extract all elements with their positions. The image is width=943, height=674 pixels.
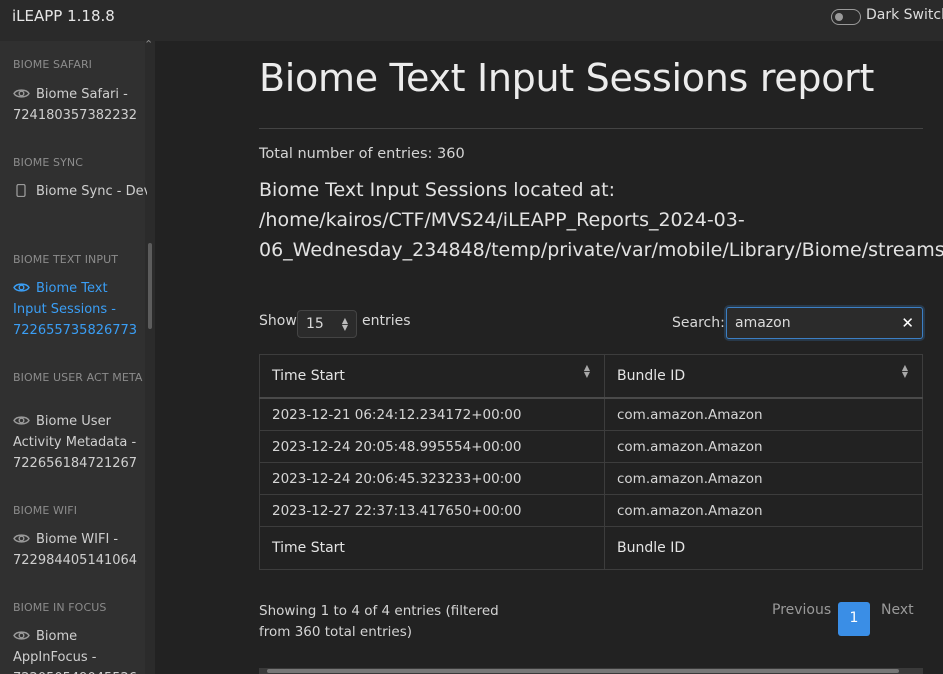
- column-header-time-start[interactable]: Time Start ▲ ▼: [259, 354, 605, 399]
- search-box[interactable]: ✕: [726, 307, 923, 339]
- select-arrows-icon: ▲ ▼: [341, 316, 348, 332]
- clear-search-icon[interactable]: ✕: [901, 314, 914, 332]
- scroll-up-icon[interactable]: ⌃: [144, 38, 153, 51]
- sidebar-item-label: Biome User Activity Metadata - 722656184…: [13, 414, 141, 471]
- table-info: Showing 1 to 4 of 4 entries (filtered fr…: [259, 603, 499, 640]
- next-page-button[interactable]: Next: [881, 602, 914, 618]
- previous-page-button[interactable]: Previous: [772, 602, 831, 618]
- section-header-biome-safari: BIOME SAFARI: [13, 58, 93, 71]
- page-title: Biome Text Input Sessions report: [259, 56, 875, 100]
- column-footer-time-start: Time Start: [259, 526, 605, 570]
- sidebar: iLEAPP 1.18.8 ⌃ BIOME SAFARI Biome Safar…: [0, 0, 155, 674]
- section-header-biome-in-focus: BIOME IN FOCUS: [13, 601, 107, 614]
- dark-switch-label[interactable]: Dark Switch: [866, 7, 943, 23]
- sidebar-scrollbar-thumb[interactable]: [148, 243, 152, 329]
- sort-icon: ▲ ▼: [901, 363, 908, 379]
- sidebar-item-biome-safari[interactable]: Biome Safari - 724180357382232: [13, 84, 141, 126]
- search-label: Search:: [672, 315, 725, 331]
- column-header-label: Time Start: [272, 368, 345, 384]
- entries-label: entries: [362, 313, 411, 329]
- cell-time-start: 2023-12-27 22:37:13.417650+00:00: [259, 494, 605, 527]
- device-icon: [16, 184, 26, 197]
- scrollbar-thumb[interactable]: [267, 669, 899, 673]
- table-row: 2023-12-24 20:05:48.995554+00:00 com.amaz…: [259, 430, 923, 463]
- cell-bundle-id: com.amazon.Amazon: [604, 462, 923, 495]
- page-1-button[interactable]: 1: [838, 602, 870, 636]
- eye-icon: [13, 534, 30, 543]
- column-header-bundle-id[interactable]: Bundle ID ▲ ▼: [604, 354, 923, 399]
- cell-bundle-id: com.amazon.Amazon: [604, 397, 923, 431]
- table-row: 2023-12-27 22:37:13.417650+00:00 com.amaz…: [259, 494, 923, 527]
- results-table: Time Start ▲ ▼ Bundle ID ▲ ▼ 2023-12-21 06:2…: [259, 354, 923, 570]
- app-title: iLEAPP 1.18.8: [12, 7, 115, 25]
- sidebar-item-biome-text-input[interactable]: Biome Text Input Sessions - 722655735826…: [13, 278, 145, 341]
- section-header-biome-user-act-meta: BIOME USER ACT META: [13, 371, 143, 384]
- page-length-select[interactable]: 15 ▲ ▼: [297, 310, 357, 338]
- total-entries: Total number of entries: 360: [259, 146, 465, 162]
- sidebar-item-label: Biome WIFI - 722984405141064: [13, 532, 138, 568]
- main-content: Biome Text Input Sessions report Total n…: [155, 41, 943, 674]
- toggle-knob: [835, 13, 843, 21]
- cell-time-start: 2023-12-24 20:06:45.323233+00:00: [259, 462, 605, 495]
- sidebar-item-label: Biome AppInFocus - 722050549045526: [13, 629, 137, 674]
- cell-bundle-id: com.amazon.Amazon: [604, 430, 923, 463]
- top-navbar: Dark Switch: [155, 0, 943, 41]
- dark-switch-toggle[interactable]: [831, 9, 861, 25]
- cell-bundle-id: com.amazon.Amazon: [604, 494, 923, 527]
- column-header-label: Bundle ID: [617, 368, 686, 384]
- source-path-line-1: /home/kairos/CTF/MVS24/iLEAPP_Reports_20…: [259, 209, 745, 231]
- column-footer-bundle-id: Bundle ID: [604, 526, 923, 570]
- sidebar-item-label: Biome Text Input Sessions - 722655735826…: [13, 281, 138, 338]
- sidebar-item-biome-in-focus[interactable]: Biome AppInFocus - 722050549045526: [13, 626, 147, 674]
- source-location-heading: Biome Text Input Sessions located at:: [259, 179, 616, 201]
- sidebar-item-biome-sync[interactable]: Biome Sync - Devices: [13, 181, 147, 202]
- search-input[interactable]: [735, 313, 885, 333]
- eye-icon: [13, 416, 30, 425]
- sort-icon: ▲ ▼: [583, 363, 590, 379]
- eye-icon: [13, 631, 30, 640]
- sidebar-item-label: Biome Safari - 724180357382232: [13, 87, 138, 123]
- section-header-biome-wifi: BIOME WIFI: [13, 504, 78, 517]
- section-header-biome-sync: BIOME SYNC: [13, 156, 83, 169]
- source-path-line-2: 06_Wednesday_234848/temp/private/var/mob…: [259, 239, 943, 261]
- source-location: Biome Text Input Sessions located at: /h…: [259, 175, 943, 265]
- sidebar-item-biome-wifi[interactable]: Biome WIFI - 722984405141064: [13, 529, 141, 571]
- sidebar-item-biome-user-act-meta[interactable]: Biome User Activity Metadata - 722656184…: [13, 411, 147, 474]
- table-horizontal-scrollbar[interactable]: [259, 668, 923, 674]
- eye-icon: [13, 283, 30, 292]
- table-row: 2023-12-21 06:24:12.234172+00:00 com.amaz…: [259, 397, 923, 431]
- table-row: 2023-12-24 20:06:45.323233+00:00 com.amaz…: [259, 462, 923, 495]
- app-brand[interactable]: iLEAPP 1.18.8: [0, 0, 155, 41]
- sidebar-item-label: Biome Sync - Devices: [36, 184, 147, 199]
- sidebar-scrollbar[interactable]: [145, 41, 155, 674]
- eye-icon: [13, 89, 30, 98]
- cell-time-start: 2023-12-24 20:05:48.995554+00:00: [259, 430, 605, 463]
- cell-time-start: 2023-12-21 06:24:12.234172+00:00: [259, 397, 605, 431]
- section-header-biome-text-input: BIOME TEXT INPUT: [13, 253, 119, 266]
- page-length-value: 15: [306, 316, 324, 332]
- show-label: Show: [259, 313, 297, 329]
- divider: [259, 128, 923, 129]
